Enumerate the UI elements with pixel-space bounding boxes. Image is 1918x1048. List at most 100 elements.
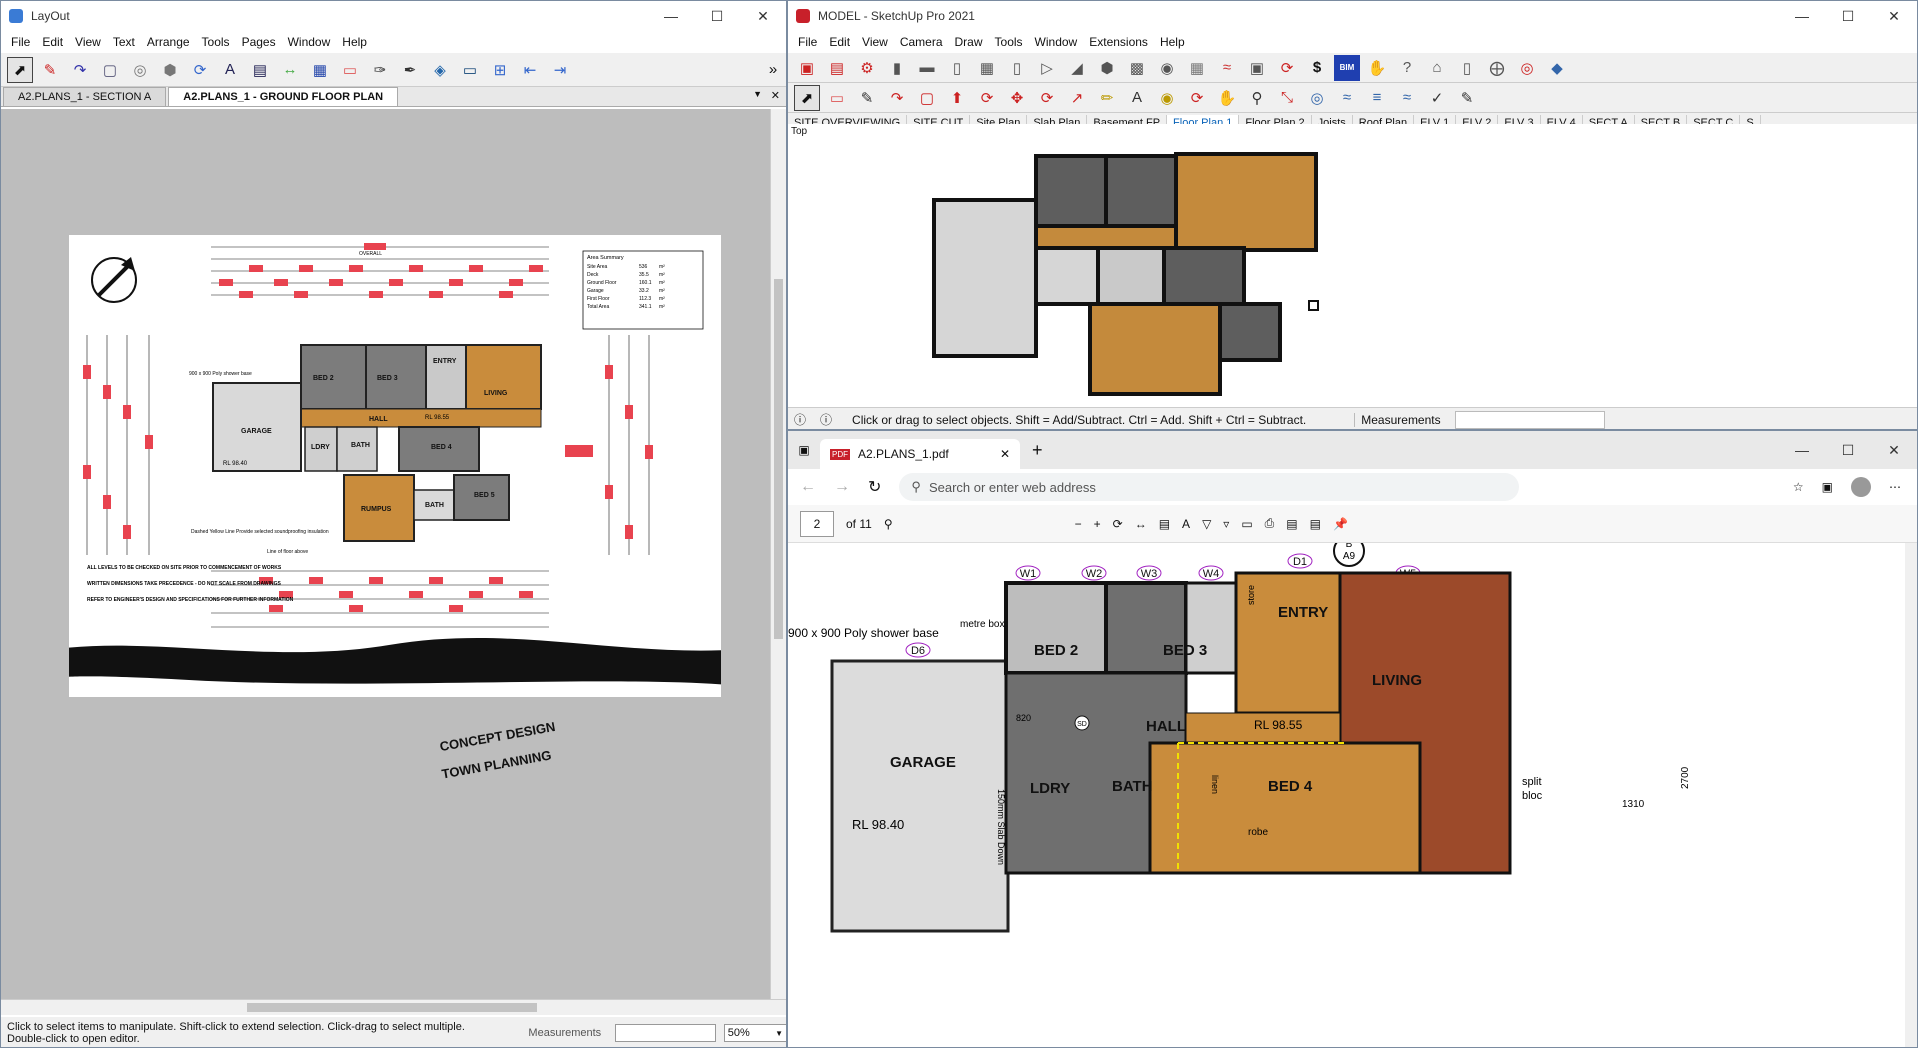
scenes-icon[interactable]: ≈ [1394, 85, 1420, 111]
read-aloud-icon[interactable]: A [1182, 517, 1190, 531]
outliner-icon[interactable]: ≡ [1364, 85, 1390, 111]
menu-edit[interactable]: Edit [36, 35, 69, 49]
line-tool-icon[interactable]: ✎ [37, 57, 63, 83]
maximize-button[interactable]: ☐ [1825, 435, 1871, 465]
save-icon[interactable]: ▤ [1286, 517, 1297, 531]
hand-tool-icon[interactable]: ✋ [1364, 55, 1390, 81]
find-icon[interactable]: ⚲ [884, 517, 893, 531]
push-pull-icon[interactable]: ⬆ [944, 85, 970, 111]
menu-pages[interactable]: Pages [236, 35, 282, 49]
camera-icon[interactable]: ◉ [1154, 55, 1180, 81]
forward-icon[interactable]: → [834, 478, 850, 496]
tab-section-a[interactable]: A2.PLANS_1 - SECTION A [3, 87, 167, 106]
column-tool-icon[interactable]: ▯ [1004, 55, 1030, 81]
menu-help[interactable]: Help [1154, 35, 1191, 49]
pdf-viewport[interactable]: W1 W2 W3 W4 D1 W5 D6 B A9 BED 2 [788, 543, 1917, 1047]
maximize-button[interactable]: ☐ [1825, 1, 1871, 31]
paint-bucket-icon[interactable]: ◉ [1154, 85, 1180, 111]
stairs-tool-icon[interactable]: ◢ [1064, 55, 1090, 81]
refresh-icon[interactable]: ↻ [868, 477, 881, 497]
vertical-scroll-thumb[interactable] [774, 279, 783, 639]
zoom-select[interactable]: 50% ▼ [723, 1024, 786, 1042]
menu-window[interactable]: Window [282, 35, 337, 49]
chart-tool-icon[interactable]: ▩ [1124, 55, 1150, 81]
offset-tool-icon[interactable]: ⟳ [187, 57, 213, 83]
zoom-in-icon[interactable]: + [1094, 517, 1101, 531]
menu-view[interactable]: View [856, 35, 894, 49]
menu-extensions[interactable]: Extensions [1083, 35, 1154, 49]
menu-tools[interactable]: Tools [196, 35, 236, 49]
rectangle-tool-icon[interactable]: ▢ [97, 57, 123, 83]
tab-ground-floor-plan[interactable]: A2.PLANS_1 - GROUND FLOOR PLAN [168, 87, 399, 106]
layout-vertical-scrollbar[interactable] [770, 109, 786, 999]
draw-icon[interactable]: ▽ [1202, 517, 1211, 531]
layout-canvas[interactable]: Area Summary Site Area 536 m² Deck 35.5 m² G… [1, 109, 771, 999]
favorite-star-icon[interactable]: ☆ [1793, 480, 1804, 494]
pan-tool-icon[interactable]: ✋ [1214, 85, 1240, 111]
polygon-tool-icon[interactable]: ⬢ [157, 57, 183, 83]
orbit-tool-icon[interactable]: ⟳ [1184, 85, 1210, 111]
layers-icon[interactable]: ≈ [1334, 85, 1360, 111]
page-view-icon[interactable]: ▤ [1159, 517, 1170, 531]
close-button[interactable]: ✕ [740, 1, 786, 31]
back-icon[interactable]: ← [800, 478, 816, 496]
address-bar[interactable]: ⚲ Search or enter web address [899, 473, 1520, 501]
next-page-icon[interactable]: ⇥ [547, 57, 573, 83]
dimension-tool-icon[interactable]: ↔ [277, 57, 303, 83]
menu-camera[interactable]: Camera [894, 35, 949, 49]
layout-horizontal-scrollbar[interactable] [1, 999, 786, 1015]
zoom-extents-icon[interactable]: ⤡ [1274, 85, 1300, 111]
text-tool-icon[interactable]: A [1124, 85, 1150, 111]
menu-window[interactable]: Window [1029, 35, 1084, 49]
pin-toolbar-icon[interactable]: 📌 [1333, 517, 1348, 531]
layout-send-icon[interactable]: ▣ [794, 55, 820, 81]
profile-avatar[interactable] [1851, 477, 1871, 497]
zoom-tool-icon[interactable]: ⚲ [1244, 85, 1270, 111]
sketchup-measurements-input[interactable] [1454, 410, 1605, 429]
circle-tool-icon[interactable]: ◎ [127, 57, 153, 83]
move-tool-icon[interactable]: ✥ [1004, 85, 1030, 111]
tape-measure-icon[interactable]: ✏ [1094, 85, 1120, 111]
style-tool-icon[interactable]: ✒ [397, 57, 423, 83]
rectangle-tool-icon[interactable]: ▢ [914, 85, 940, 111]
styles-icon[interactable]: ◎ [1304, 85, 1330, 111]
menu-help[interactable]: Help [336, 35, 373, 49]
menu-tools[interactable]: Tools [989, 35, 1029, 49]
toolbar-overflow-icon[interactable]: » [760, 57, 786, 83]
slab-tool-icon[interactable]: ▬ [914, 55, 940, 81]
layout-measurements-input[interactable] [615, 1024, 716, 1042]
door-panel-icon[interactable]: ▯ [1454, 55, 1480, 81]
select-tool-icon[interactable]: ⬈ [794, 84, 820, 111]
previous-page-icon[interactable]: ⇤ [517, 57, 543, 83]
info-icon[interactable]: ⓘ [794, 411, 806, 428]
drawing-sheet[interactable]: Area Summary Site Area 536 m² Deck 35.5 m² G… [49, 235, 729, 697]
close-doc-icon[interactable]: ✕ [771, 89, 780, 102]
pdf-scrollbar[interactable] [1905, 543, 1917, 1047]
rotate-tool-icon[interactable]: ⟳ [1034, 85, 1060, 111]
axis-icon[interactable]: ⨁ [1484, 55, 1510, 81]
grid-tool-icon[interactable]: ▦ [1184, 55, 1210, 81]
tab-list-icon[interactable]: ▼ [753, 89, 762, 99]
select-tool-icon[interactable]: ⬈ [7, 56, 33, 83]
maximize-button[interactable]: ☐ [694, 1, 740, 31]
highlight-icon[interactable]: ▿ [1223, 517, 1229, 531]
close-button[interactable]: ✕ [1871, 435, 1917, 465]
browser-tab[interactable]: PDF A2.PLANS_1.pdf ✕ [820, 439, 1020, 469]
sketchup-viewport[interactable]: Top [788, 124, 1917, 407]
scale-tool-icon[interactable]: ↗ [1064, 85, 1090, 111]
tab-actions-icon[interactable]: ▣ [788, 443, 820, 457]
zoom-out-icon[interactable]: − [1075, 517, 1082, 531]
menu-edit[interactable]: Edit [823, 35, 856, 49]
house-icon[interactable]: ⌂ [1424, 55, 1450, 81]
minimize-button[interactable]: — [1779, 1, 1825, 31]
report-icon[interactable]: ▤ [824, 55, 850, 81]
minimize-button[interactable]: — [1779, 435, 1825, 465]
door-tool-icon[interactable]: ▯ [944, 55, 970, 81]
tab-close-icon[interactable]: ✕ [1000, 447, 1010, 461]
shape-icon[interactable]: ◆ [1544, 55, 1570, 81]
sync-icon[interactable]: ⟳ [1274, 55, 1300, 81]
more-menu-icon[interactable]: ⋯ [1889, 480, 1901, 494]
bim-mep-icon[interactable]: BIM [1334, 54, 1360, 81]
check-tool-icon[interactable]: ✓ [1424, 85, 1450, 111]
cost-icon[interactable]: $ [1304, 55, 1330, 81]
